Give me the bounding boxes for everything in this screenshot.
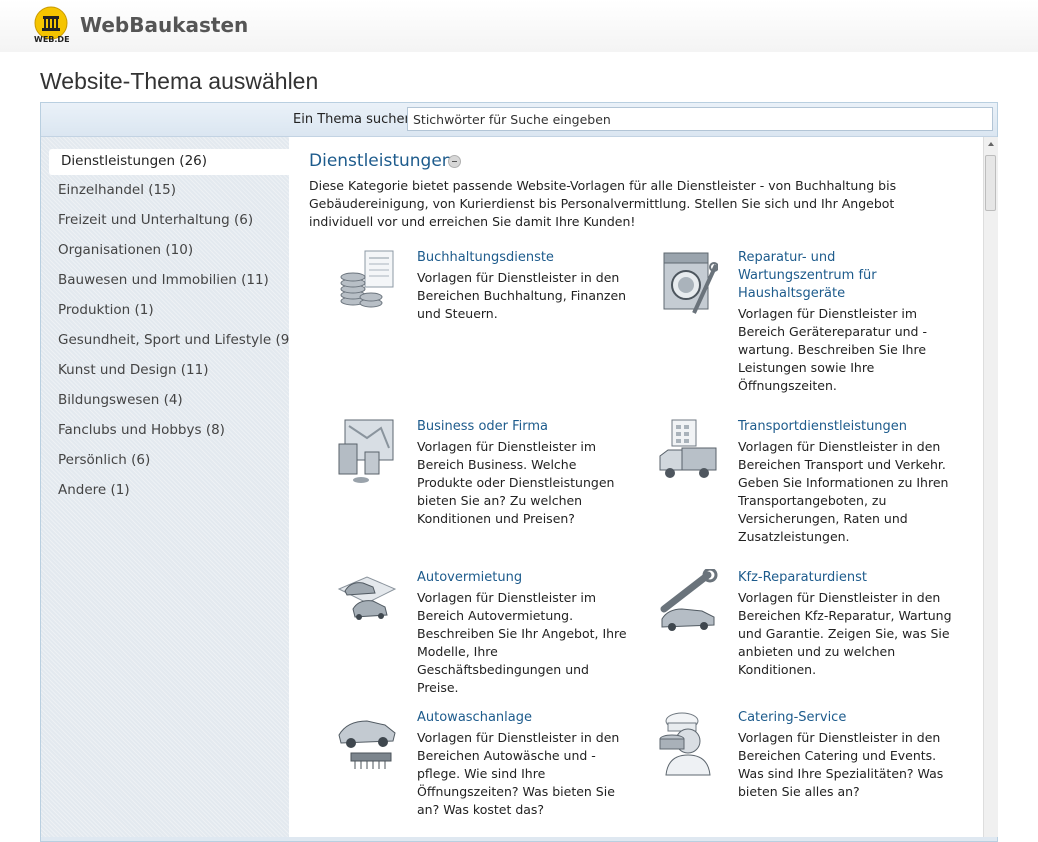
tile-title[interactable]: Autovermietung xyxy=(417,569,632,587)
tile-description: Vorlagen für Dienstleister in den Bereic… xyxy=(738,730,944,799)
search-label: Ein Thema suchen xyxy=(293,112,413,127)
tile-description: Vorlagen für Dienstleister in den Bereic… xyxy=(738,590,952,677)
sidebar-item-bildungswesen[interactable]: Bildungswesen (4) xyxy=(58,392,183,408)
sidebar-item-einzelhandel[interactable]: Einzelhandel (15) xyxy=(58,182,176,198)
sidebar-item-dienstleistungen[interactable]: Dienstleistungen (26) xyxy=(49,149,289,175)
tile-description: Vorlagen für Dienstleister im Bereich Bu… xyxy=(417,439,615,526)
tile-description: Vorlagen für Dienstleister im Bereich Ge… xyxy=(738,306,927,393)
coins-icon xyxy=(340,250,394,308)
tile-description: Vorlagen für Dienstleister in den Bereic… xyxy=(738,439,949,544)
scroll-up-arrow-icon[interactable] xyxy=(986,139,996,149)
logo-text: WEB.DE xyxy=(34,35,70,44)
scroll-thumb[interactable] xyxy=(985,155,996,211)
sidebar-item-freizeit[interactable]: Freizeit und Unterhaltung (6) xyxy=(58,212,253,228)
washing-machine-icon xyxy=(663,252,718,314)
theme-panel: Ein Thema suchen Dienstleistungen (26) E… xyxy=(40,102,998,842)
tile-title[interactable]: Autowaschanlage xyxy=(417,709,632,727)
tile-title[interactable]: Catering-Service xyxy=(738,709,953,727)
category-description: Diese Kategorie bietet passende Website-… xyxy=(309,178,897,229)
tile-description: Vorlagen für Dienstleister in den Bereic… xyxy=(417,270,627,321)
collapse-icon[interactable] xyxy=(448,155,461,168)
page-title: Website-Thema auswählen xyxy=(40,68,319,94)
search-bar: Ein Thema suchen xyxy=(41,103,997,137)
app-header: WEB.DE WebBaukasten xyxy=(0,0,1038,52)
sidebar-item-produktion[interactable]: Produktion (1) xyxy=(58,302,154,318)
truck-icon xyxy=(659,419,717,478)
category-content: Dienstleistungen Diese Kategorie bietet … xyxy=(289,137,983,837)
sidebar-item-bauwesen[interactable]: Bauwesen und Immobilien (11) xyxy=(58,272,269,288)
sidebar-item-fanclubs[interactable]: Fanclubs und Hobbys (8) xyxy=(58,422,225,438)
wrench-car-icon xyxy=(660,569,718,631)
tile-title[interactable]: Buchhaltungsdienste xyxy=(417,249,632,267)
business-map-icon xyxy=(338,419,394,483)
tile-title[interactable]: Reparatur- und Wartungszentrum für Haush… xyxy=(738,249,953,303)
sidebar-item-organisationen[interactable]: Organisationen (10) xyxy=(58,242,193,258)
car-wash-icon xyxy=(338,720,396,769)
category-sidebar: Dienstleistungen (26) Einzelhandel (15) … xyxy=(41,137,295,837)
search-input[interactable] xyxy=(407,107,993,131)
sidebar-item-andere[interactable]: Andere (1) xyxy=(58,482,130,498)
chef-cake-icon xyxy=(659,712,711,776)
tile-title[interactable]: Kfz-Reparaturdienst xyxy=(738,569,953,587)
sidebar-item-kunst[interactable]: Kunst und Design (11) xyxy=(58,362,209,378)
category-title: Dienstleistungen xyxy=(309,151,453,171)
sidebar-item-persoenlich[interactable]: Persönlich (6) xyxy=(58,452,150,468)
content-scrollbar[interactable] xyxy=(983,137,998,837)
cars-icon xyxy=(337,576,397,620)
tile-title[interactable]: Transportdienstleistungen xyxy=(738,418,953,436)
sidebar-item-label: Dienstleistungen (26) xyxy=(61,153,208,169)
brand-name: WebBaukasten xyxy=(80,13,249,37)
tile-description: Vorlagen für Dienstleister in den Bereic… xyxy=(417,730,620,817)
tile-description: Vorlagen für Dienstleister im Bereich Au… xyxy=(417,590,627,695)
sidebar-item-gesundheit[interactable]: Gesundheit, Sport und Lifestyle (9) xyxy=(58,332,295,348)
tile-title[interactable]: Business oder Firma xyxy=(417,418,632,436)
